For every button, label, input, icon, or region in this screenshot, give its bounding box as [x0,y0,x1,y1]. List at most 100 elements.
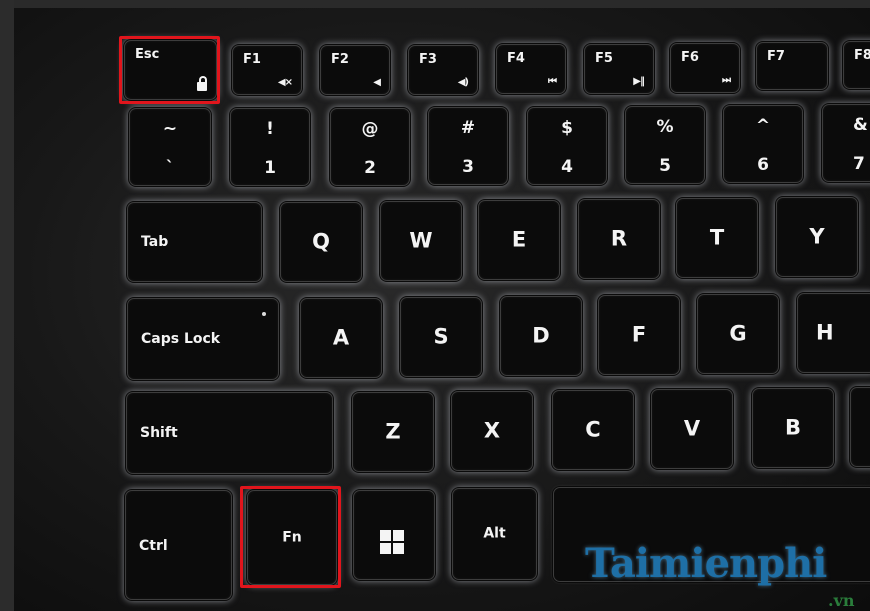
key-letter: Y [809,224,825,249]
key-base-symbol: 6 [757,155,769,175]
mute-icon: ◀× [277,77,293,88]
key-letter: F [631,322,647,347]
key-shift-symbol: % [656,117,674,137]
key-x[interactable]: X [451,391,533,471]
key-letter: B [784,415,801,440]
key-label: F5 [595,51,613,66]
key-letter: R [610,226,628,251]
watermark-domain: .vn [828,591,855,610]
key-h[interactable]: H [797,293,870,373]
key-shift-symbol: & [853,115,868,135]
key-base-symbol: 1 [264,158,276,178]
key-label: Caps Lock [141,331,221,347]
key-f4[interactable]: F4 ⏮ [496,44,566,94]
key-label: Tab [141,234,169,250]
key-f3[interactable]: F3 ◀) [408,45,478,95]
key-s[interactable]: S [400,297,482,377]
key-shift-symbol: ! [266,119,274,139]
key-1[interactable]: ! 1 [230,108,310,186]
key-letter: Q [312,229,330,254]
key-label: Ctrl [139,538,168,554]
key-q[interactable]: Q [280,202,362,282]
key-ctrl[interactable]: Ctrl [125,490,232,600]
key-5[interactable]: % 5 [625,106,705,184]
highlight-box-esc [119,36,220,104]
key-d[interactable]: D [500,296,582,376]
key-label: F8 [854,48,870,63]
key-t[interactable]: T [676,198,758,278]
key-3[interactable]: # 3 [428,107,508,185]
highlight-box-fn [240,486,341,588]
key-f7[interactable]: F7 [756,42,828,90]
key-6[interactable]: ^ 6 [723,105,803,183]
laptop-bezel-top [0,0,870,8]
key-letter: S [433,324,449,349]
key-letter: C [585,417,601,442]
key-2[interactable]: @ 2 [330,108,410,186]
key-label: Alt [483,525,506,542]
key-letter: H [816,320,834,345]
key-shift-symbol: $ [561,118,573,138]
key-label: F2 [331,52,349,67]
key-z[interactable]: Z [352,392,434,472]
key-7[interactable]: & 7 [822,104,870,182]
key-letter: D [532,323,550,348]
volume-up-icon: ◀) [457,77,469,88]
key-c[interactable]: C [552,390,634,470]
key-letter: Z [385,419,401,444]
key-letter: G [729,321,747,346]
key-letter: A [332,325,350,350]
key-base-symbol: 2 [364,158,376,178]
watermark-logo: Taimienphi [585,540,827,587]
key-letter: V [683,416,701,441]
key-caps-lock[interactable]: Caps Lock [127,298,279,380]
key-label: F3 [419,52,437,67]
key-shift-symbol: # [460,118,476,138]
key-4[interactable]: $ 4 [527,107,607,185]
key-label: F1 [243,52,261,67]
laptop-bezel-left [0,0,14,611]
key-b[interactable]: B [752,388,834,468]
key-n-partial[interactable] [850,387,870,467]
key-letter: X [483,418,501,443]
volume-down-icon: ◀ [373,77,381,88]
key-f[interactable]: F [598,295,680,375]
key-g[interactable]: G [697,294,779,374]
key-a[interactable]: A [300,298,382,378]
key-shift-symbol: ~ [162,119,178,139]
key-base-symbol: 7 [853,154,865,174]
key-label: F6 [681,50,699,65]
key-r[interactable]: R [578,199,660,279]
key-label: Shift [140,425,178,441]
key-base-symbol: 3 [462,157,474,177]
next-track-icon: ⏭ [722,75,731,86]
key-tilde[interactable]: ~ ` [129,108,211,186]
key-f2[interactable]: F2 ◀ [320,45,390,95]
key-w[interactable]: W [380,201,462,281]
key-base-symbol: 5 [659,156,671,176]
key-letter: W [409,228,433,253]
key-alt[interactable]: Alt [452,488,537,580]
play-pause-icon: ▶‖ [633,76,645,87]
key-y[interactable]: Y [776,197,858,277]
key-label: F7 [767,49,785,64]
key-v[interactable]: V [651,389,733,469]
caps-lock-indicator-icon [262,312,266,316]
key-letter: E [511,227,527,252]
key-tab[interactable]: Tab [127,202,262,282]
key-shift[interactable]: Shift [126,392,333,474]
key-shift-symbol: ^ [755,116,771,136]
windows-icon [380,530,404,554]
key-e[interactable]: E [478,200,560,280]
key-shift-symbol: @ [361,119,379,139]
previous-track-icon: ⏮ [548,76,557,87]
key-f5[interactable]: F5 ▶‖ [584,44,654,94]
key-f8[interactable]: F8 [843,41,870,89]
key-f1[interactable]: F1 ◀× [232,45,302,95]
key-base-symbol: ` [165,158,175,178]
key-base-symbol: 4 [561,157,573,177]
key-letter: T [709,225,725,250]
key-label: F4 [507,51,525,66]
keyboard-photo: Esc F1 ◀× F2 ◀ F3 ◀) F4 ⏮ F5 ▶‖ F6 ⏭ F7 … [0,0,870,611]
key-f6[interactable]: F6 ⏭ [670,43,740,93]
